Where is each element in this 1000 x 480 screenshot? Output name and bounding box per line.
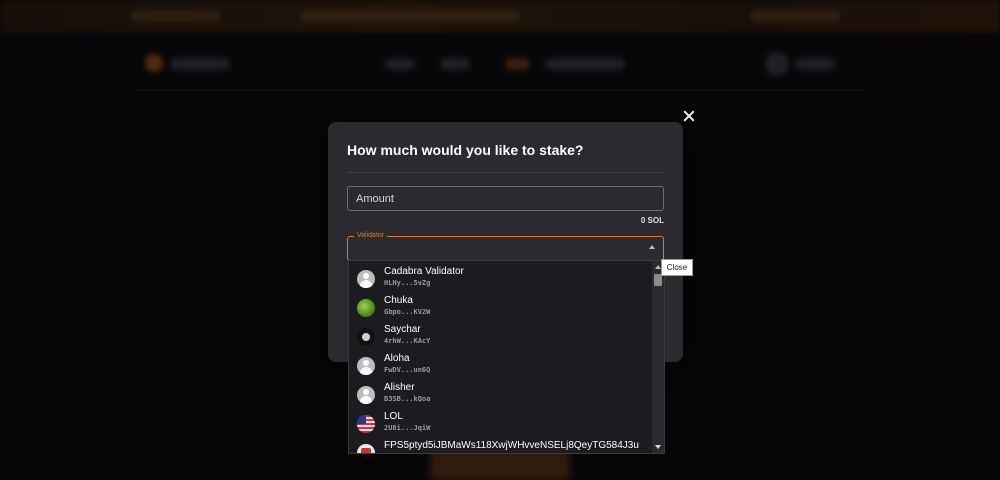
validator-option[interactable]: FPS5ptyd5iJBMaWs118XwjWHvveNSELj8QeyTG58… <box>349 438 652 453</box>
validator-option[interactable]: LOL 2U8i...JqiW <box>349 409 652 438</box>
validator-address: Gbpo...KV2W <box>384 308 431 316</box>
fps-avatar <box>357 444 375 453</box>
close-icon[interactable] <box>683 110 695 122</box>
saychar-avatar <box>357 328 375 346</box>
validator-address: 4rhW...KAcY <box>384 337 431 345</box>
validator-option[interactable]: Alisher B3SB...kQoa <box>349 380 652 409</box>
chevron-up-icon[interactable] <box>649 245 655 249</box>
amount-field[interactable] <box>347 186 664 211</box>
validator-name: LOL <box>384 411 403 422</box>
validator-name: Cadabra Validator <box>384 266 464 277</box>
validator-select[interactable]: Validator <box>347 231 664 261</box>
validator-name: Saychar <box>384 324 421 335</box>
amount-input[interactable] <box>348 187 663 210</box>
validator-address: FwDV...un6Q <box>384 366 431 374</box>
flag-avatar <box>357 415 375 433</box>
validator-name: FPS5ptyd5iJBMaWs118XwjWHvveNSELj8QeyTG58… <box>384 440 639 451</box>
validator-option[interactable]: Chuka Gbpo...KV2W <box>349 293 652 322</box>
validator-option[interactable]: Saychar 4rhW...KAcY <box>349 322 652 351</box>
validator-address: HLHy...5vZg <box>384 279 431 287</box>
validator-option[interactable]: Aloha FwDV...un6Q <box>349 351 652 380</box>
balance-label: 0 SOL <box>640 216 664 225</box>
default-avatar-icon <box>357 357 375 375</box>
validator-name: Chuka <box>384 295 413 306</box>
validator-address: B3SB...kQoa <box>384 395 431 403</box>
validator-name: Alisher <box>384 382 415 393</box>
close-tooltip: Close <box>661 259 693 276</box>
validator-name: Aloha <box>384 353 410 364</box>
dropdown-scrollbar[interactable] <box>652 261 664 453</box>
default-avatar-icon <box>357 386 375 404</box>
validator-label: Validator <box>354 231 388 241</box>
default-avatar-icon <box>357 270 375 288</box>
chuka-avatar <box>357 299 375 317</box>
modal-divider <box>347 172 664 173</box>
scroll-down-icon[interactable] <box>655 445 661 449</box>
modal-title: How much would you like to stake? <box>347 142 584 158</box>
validator-dropdown[interactable]: Cadabra Validator HLHy...5vZg Chuka Gbpo… <box>348 260 665 454</box>
validator-option[interactable]: Cadabra Validator HLHy...5vZg <box>349 264 652 293</box>
validator-address: 2U8i...JqiW <box>384 424 431 432</box>
